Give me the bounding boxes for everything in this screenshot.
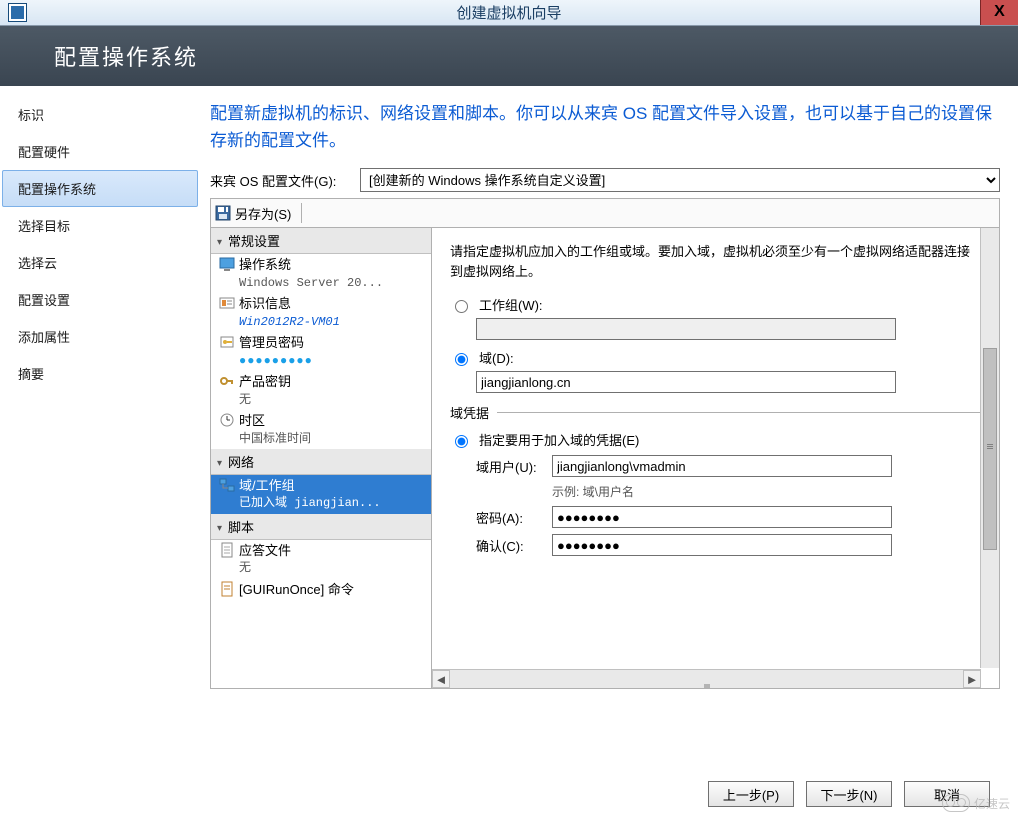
workgroup-input[interactable]: [476, 318, 896, 340]
tree-group-header[interactable]: 脚本: [211, 514, 431, 540]
scroll-right-icon[interactable]: ►: [963, 670, 981, 688]
password-label: 密码(A):: [476, 508, 552, 527]
wizard-nav: 标识配置硬件配置操作系统选择目标选择云配置设置添加属性摘要: [0, 86, 200, 766]
chevron-down-icon: [217, 454, 222, 469]
domain-credentials-heading: 域凭据: [450, 403, 489, 422]
workgroup-radio[interactable]: [455, 300, 468, 313]
horizontal-scrollbar[interactable]: ◄ ►: [432, 669, 981, 688]
nav-item-7[interactable]: 摘要: [2, 355, 198, 392]
os-icon: [219, 256, 235, 272]
guirunonce-icon: [219, 581, 235, 597]
next-button[interactable]: 下一步(N): [806, 781, 892, 807]
save-icon: [215, 205, 231, 221]
domain-form: 请指定虚拟机应加入的工作组或域。要加入域，虚拟机必须至少有一个虚拟网络适配器连接…: [432, 228, 999, 688]
timezone-icon: [219, 412, 235, 428]
tree-item-admin-pw[interactable]: 管理员密码●●●●●●●●●: [211, 332, 431, 371]
domain-user-hint: 示例: 域\用户名: [552, 483, 981, 500]
domain-radio[interactable]: [455, 353, 468, 366]
guest-os-profile-label: 来宾 OS 配置文件(G):: [210, 171, 360, 190]
domain-user-input[interactable]: [552, 455, 892, 477]
watermark-text: 亿速云: [974, 795, 1010, 812]
tree-item-domain-workgroup[interactable]: 域/工作组已加入域 jiangjian...: [211, 475, 431, 514]
guest-os-profile-select[interactable]: [创建新的 Windows 操作系统自定义设置]: [360, 168, 1000, 192]
wizard-footer: 上一步(P) 下一步(N) 取消: [0, 770, 1018, 818]
intro-text: 配置新虚拟机的标识、网络设置和脚本。你可以从来宾 OS 配置文件导入设置，也可以…: [210, 100, 1000, 154]
domain-workgroup-icon: [219, 477, 235, 493]
nav-item-3[interactable]: 选择目标: [2, 207, 198, 244]
tree-item-guirunonce[interactable]: [GUIRunOnce] 命令: [211, 579, 431, 601]
domain-user-label: 域用户(U):: [476, 457, 552, 476]
domain-label: 域(D):: [479, 348, 514, 367]
confirm-input[interactable]: [552, 534, 892, 556]
scroll-left-icon[interactable]: ◄: [432, 670, 450, 688]
toolbar-divider: [301, 203, 302, 223]
titlebar: 创建虚拟机向导 X: [0, 0, 1018, 26]
wizard-header: 配置操作系统: [0, 26, 1018, 86]
chevron-down-icon: [217, 519, 222, 534]
chevron-down-icon: [217, 233, 222, 248]
tree-item-prod-key[interactable]: 产品密钥无: [211, 371, 431, 410]
specify-creds-radio[interactable]: [455, 435, 468, 448]
profile-toolbar: 另存为(S): [210, 198, 1000, 227]
tree-item-identity[interactable]: 标识信息Win2012R2-VM01: [211, 293, 431, 332]
divider-line: [497, 412, 981, 413]
tree-item-os[interactable]: 操作系统Windows Server 20...: [211, 254, 431, 293]
specify-creds-label: 指定要用于加入域的凭据(E): [479, 430, 639, 449]
answer-file-icon: [219, 542, 235, 558]
admin-pw-icon: [219, 334, 235, 350]
domain-input[interactable]: [476, 371, 896, 393]
tree-group-header[interactable]: 常规设置: [211, 228, 431, 254]
confirm-label: 确认(C):: [476, 536, 552, 555]
identity-icon: [219, 295, 235, 311]
nav-item-5[interactable]: 配置设置: [2, 281, 198, 318]
tree-item-answer-file[interactable]: 应答文件无: [211, 540, 431, 579]
nav-item-4[interactable]: 选择云: [2, 244, 198, 281]
save-as-button[interactable]: 另存为(S): [235, 204, 291, 223]
close-button[interactable]: X: [980, 0, 1018, 25]
settings-tree: 常规设置操作系统Windows Server 20...标识信息Win2012R…: [211, 228, 432, 688]
password-input[interactable]: [552, 506, 892, 528]
watermark-logo-icon: [942, 794, 970, 812]
wizard-header-title: 配置操作系统: [54, 40, 198, 72]
prev-button[interactable]: 上一步(P): [708, 781, 794, 807]
form-note: 请指定虚拟机应加入的工作组或域。要加入域，虚拟机必须至少有一个虚拟网络适配器连接…: [450, 242, 981, 281]
nav-item-6[interactable]: 添加属性: [2, 318, 198, 355]
tree-group-header[interactable]: 网络: [211, 449, 431, 475]
window-title: 创建虚拟机向导: [0, 2, 1018, 23]
watermark: 亿速云: [942, 794, 1010, 812]
vertical-scrollbar[interactable]: [980, 228, 999, 668]
app-icon: [8, 3, 27, 22]
nav-item-0[interactable]: 标识: [2, 96, 198, 133]
workgroup-label: 工作组(W):: [479, 295, 543, 314]
prod-key-icon: [219, 373, 235, 389]
nav-item-1[interactable]: 配置硬件: [2, 133, 198, 170]
nav-item-2[interactable]: 配置操作系统: [2, 170, 198, 207]
tree-item-timezone[interactable]: 时区中国标准时间: [211, 410, 431, 449]
